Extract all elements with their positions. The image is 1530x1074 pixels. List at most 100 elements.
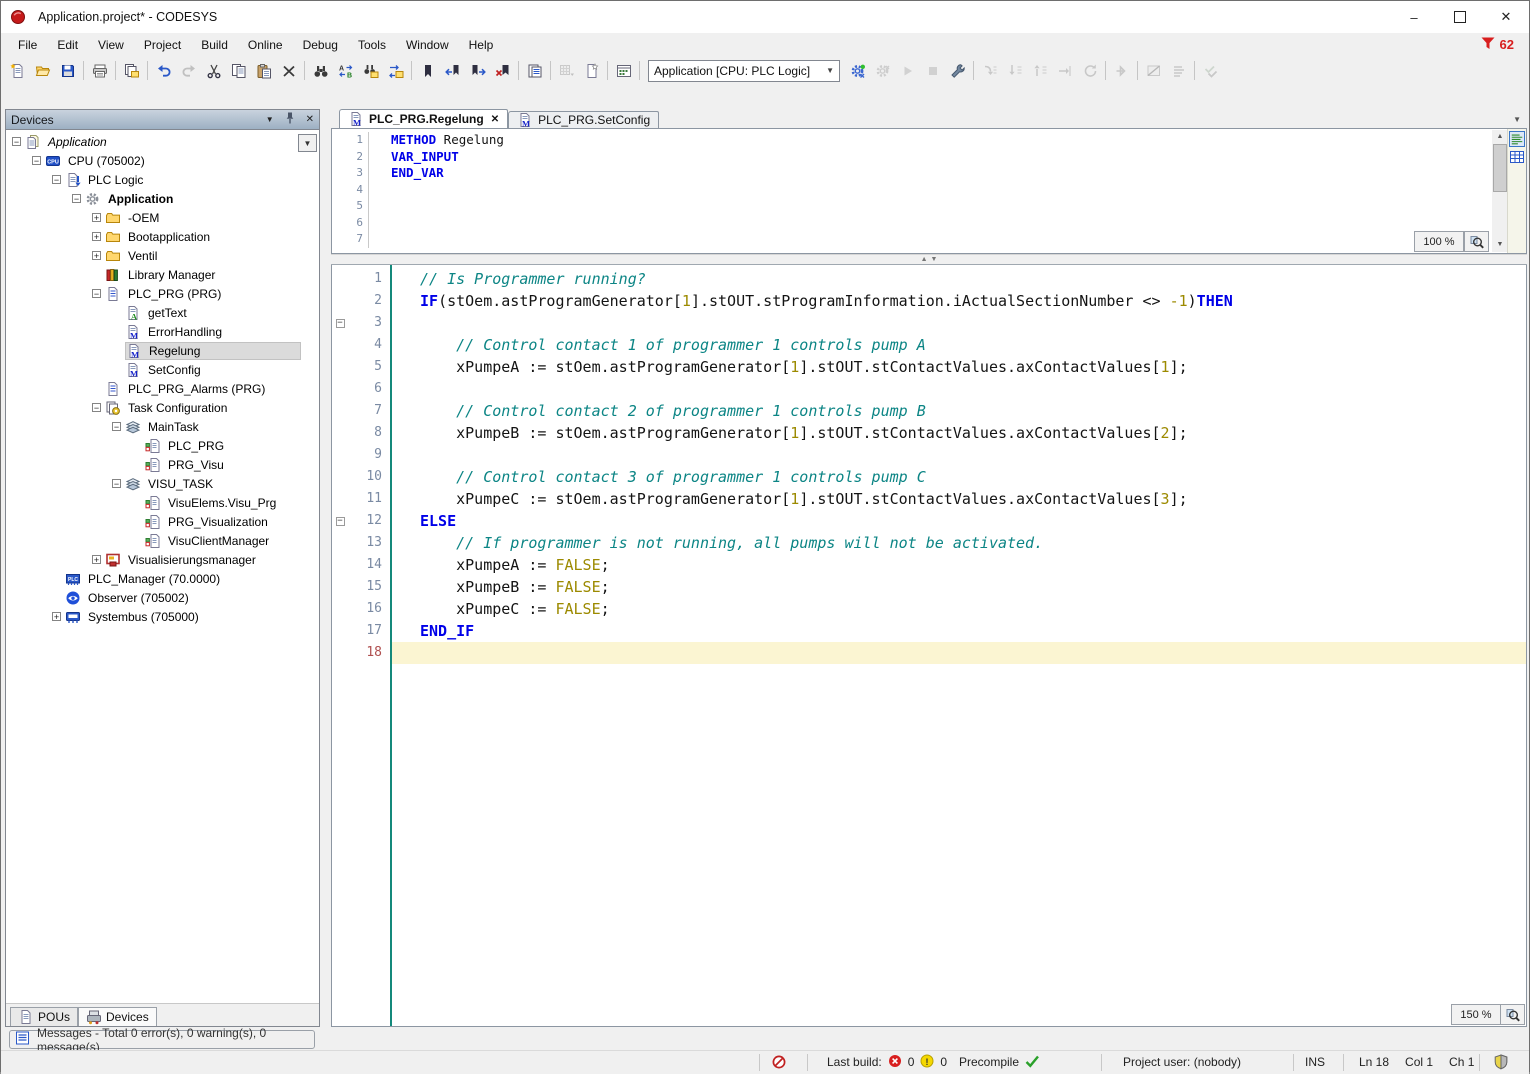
tree-item-plc-manager-70-0000-[interactable]: PLCPLC_Manager (70.0000) xyxy=(6,569,319,588)
tree-item-plc-prg-alarms-prg-[interactable]: PLC_PRG_Alarms (PRG) xyxy=(6,379,319,398)
menu-help[interactable]: Help xyxy=(459,35,504,55)
collapse-icon[interactable]: − xyxy=(112,479,121,488)
collapse-icon[interactable]: − xyxy=(72,194,81,203)
editor-tab-plc-prg-setconfig[interactable]: MPLC_PRG.SetConfig xyxy=(508,111,659,128)
paste-button[interactable] xyxy=(251,59,276,83)
menu-edit[interactable]: Edit xyxy=(47,35,88,55)
open-file-button[interactable] xyxy=(30,59,55,83)
menu-online[interactable]: Online xyxy=(238,35,293,55)
online-config-button[interactable] xyxy=(945,59,970,83)
login-button[interactable] xyxy=(845,59,870,83)
collapse-icon[interactable]: − xyxy=(92,403,101,412)
scroll-up-icon[interactable]: ▲ xyxy=(1497,130,1504,144)
editor-splitter[interactable]: ▲ ▼ xyxy=(331,254,1527,265)
panel-menu-icon[interactable]: ▼ xyxy=(266,115,274,124)
tab-list-dropdown-icon[interactable]: ▼ xyxy=(1513,115,1521,124)
close-tab-icon[interactable]: ✕ xyxy=(491,114,499,125)
replace-button[interactable]: AB xyxy=(333,59,358,83)
fold-marker-icon[interactable]: − xyxy=(336,517,345,526)
collapse-icon[interactable]: − xyxy=(92,289,101,298)
tree-item-plc-logic[interactable]: −PLC Logic xyxy=(6,170,319,189)
tree-item--oem[interactable]: +-OEM xyxy=(6,208,319,227)
tree-item-visu-task[interactable]: −VISU_TASK xyxy=(6,474,319,493)
declaration-zoom-level[interactable]: 100 % xyxy=(1414,231,1464,252)
active-application-combo[interactable]: Application [CPU: PLC Logic]▼ xyxy=(648,60,840,82)
active-application-dropdown[interactable]: ▼ xyxy=(298,134,317,152)
scroll-down-icon[interactable]: ▼ xyxy=(1497,238,1504,252)
expand-icon[interactable]: + xyxy=(92,232,101,241)
menu-file[interactable]: File xyxy=(8,35,47,55)
cut-button[interactable] xyxy=(201,59,226,83)
menu-tools[interactable]: Tools xyxy=(348,35,396,55)
menu-window[interactable]: Window xyxy=(396,35,459,55)
pin-icon[interactable] xyxy=(282,110,298,129)
editor-zoom-level[interactable]: 150 % xyxy=(1451,1004,1501,1025)
save-button[interactable] xyxy=(55,59,80,83)
tree-item-ventil[interactable]: +Ventil xyxy=(6,246,319,265)
tree-item-prg-visualization[interactable]: PRG_Visualization xyxy=(6,512,319,531)
code-editor[interactable]: 1// Is Programmer running?2IF(stOem.astP… xyxy=(331,265,1527,1027)
tree-item-errorhandling[interactable]: MErrorHandling xyxy=(6,322,319,341)
undo-button[interactable] xyxy=(151,59,176,83)
tree-item-systembus-705000-[interactable]: +Systembus (705000) xyxy=(6,607,319,626)
find-button[interactable] xyxy=(308,59,333,83)
tree-item-cpu-705002-[interactable]: −CPUCPU (705002) xyxy=(6,151,319,170)
find-all-button[interactable] xyxy=(358,59,383,83)
tree-item-bootapplication[interactable]: +Bootapplication xyxy=(6,227,319,246)
close-button[interactable]: ✕ xyxy=(1483,1,1529,33)
delete-button[interactable] xyxy=(276,59,301,83)
editor-zoom-button[interactable] xyxy=(1500,1004,1525,1025)
tabular-view-button[interactable] xyxy=(1509,149,1525,165)
fold-marker-icon[interactable]: − xyxy=(336,319,345,328)
minimize-button[interactable]: – xyxy=(1391,1,1437,33)
scroll-thumb[interactable] xyxy=(1493,144,1507,192)
tree-item-maintask[interactable]: −MainTask xyxy=(6,417,319,436)
collapse-icon[interactable]: − xyxy=(12,137,21,146)
new-object-button[interactable] xyxy=(579,59,604,83)
tree-item-visuclientmanager[interactable]: VisuClientManager xyxy=(6,531,319,550)
editor-tab-plc-prg-regelung[interactable]: MPLC_PRG.Regelung✕ xyxy=(339,109,508,128)
expand-icon[interactable]: + xyxy=(92,251,101,260)
collapse-icon[interactable]: − xyxy=(32,156,41,165)
tree-item-application[interactable]: −Application xyxy=(6,189,319,208)
clipboard-list-button[interactable] xyxy=(522,59,547,83)
declaration-zoom-button[interactable] xyxy=(1464,231,1489,252)
collapse-icon[interactable]: − xyxy=(112,422,121,431)
messages-bar[interactable]: Messages - Total 0 error(s), 0 warning(s… xyxy=(9,1030,315,1049)
panel-tab-devices[interactable]: Devices xyxy=(78,1007,157,1026)
panel-tab-pous[interactable]: POUs xyxy=(10,1007,78,1026)
declaration-editor[interactable]: 1METHOD Regelung2VAR_INPUT3END_VAR4567 ▲… xyxy=(331,128,1527,254)
tree-item-prg-visu[interactable]: PRG_Visu xyxy=(6,455,319,474)
menu-project[interactable]: Project xyxy=(134,35,191,55)
tree-item-observer-705002-[interactable]: Observer (705002) xyxy=(6,588,319,607)
print-button[interactable] xyxy=(87,59,112,83)
tree-item-plc-prg-prg-[interactable]: −PLC_PRG (PRG) xyxy=(6,284,319,303)
textual-view-button[interactable] xyxy=(1509,131,1525,147)
declaration-scrollbar[interactable]: ▲ ▼ xyxy=(1492,130,1508,252)
tree-item-regelung[interactable]: MRegelung xyxy=(6,341,319,360)
tree-item-plc-prg[interactable]: PLC_PRG xyxy=(6,436,319,455)
insert-mode[interactable]: INS xyxy=(1305,1051,1325,1073)
replace-all-button[interactable] xyxy=(383,59,408,83)
maximize-button[interactable] xyxy=(1437,1,1483,33)
menu-build[interactable]: Build xyxy=(191,35,238,55)
tree-item-setconfig[interactable]: MSetConfig xyxy=(6,360,319,379)
tree-item-task-configuration[interactable]: −Task Configuration xyxy=(6,398,319,417)
build-button[interactable] xyxy=(611,59,636,83)
copy-button[interactable] xyxy=(226,59,251,83)
splitter-up-icon[interactable]: ▲ xyxy=(921,256,928,263)
panel-close-icon[interactable]: ✕ xyxy=(306,114,314,125)
tree-item-library-manager[interactable]: Library Manager xyxy=(6,265,319,284)
new-file-button[interactable] xyxy=(5,59,30,83)
toggle-bookmark-button[interactable] xyxy=(415,59,440,83)
expand-icon[interactable]: + xyxy=(92,555,101,564)
clear-bookmarks-button[interactable] xyxy=(490,59,515,83)
next-bookmark-button[interactable] xyxy=(465,59,490,83)
tree-item-visuelems-visu-prg[interactable]: VisuElems.Visu_Prg xyxy=(6,493,319,512)
prev-bookmark-button[interactable] xyxy=(440,59,465,83)
menu-view[interactable]: View xyxy=(88,35,134,55)
pages-button[interactable] xyxy=(119,59,144,83)
expand-icon[interactable]: + xyxy=(92,213,101,222)
tree-item-application[interactable]: −Application xyxy=(6,132,319,151)
tree-item-visualisierungsmanager[interactable]: +Visualisierungsmanager xyxy=(6,550,319,569)
